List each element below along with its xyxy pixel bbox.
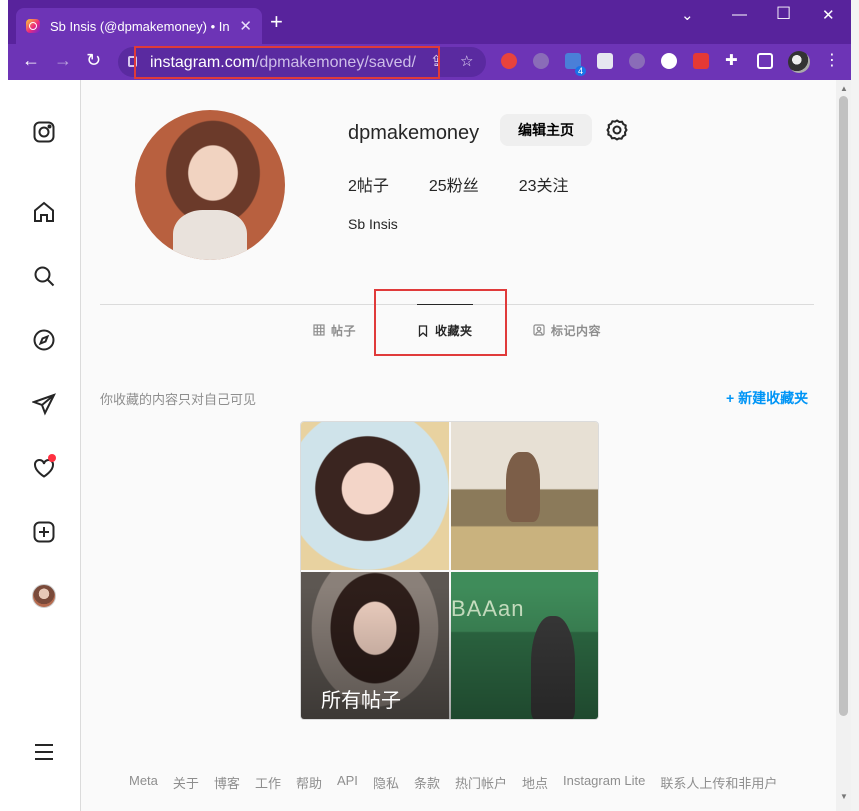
saved-tab-highlight-box	[374, 289, 507, 356]
settings-gear-icon[interactable]	[605, 118, 629, 142]
grid-icon	[313, 324, 325, 336]
browser-titlebar: Sb Insis (@dpmakemoney) • In ✕ + ⌄ — ☐ ✕	[8, 0, 851, 44]
window-close-icon[interactable]: ✕	[822, 6, 835, 24]
tagged-person-icon	[533, 324, 545, 336]
tab-posts-label: 帖子	[331, 323, 357, 338]
history-extension-icon[interactable]	[533, 53, 549, 69]
browser-tab[interactable]: Sb Insis (@dpmakemoney) • In ✕	[16, 8, 262, 44]
new-tab-button[interactable]: +	[270, 11, 283, 33]
all-posts-collection[interactable]: 所有帖子	[300, 421, 599, 720]
footer-link[interactable]: Meta	[129, 773, 158, 792]
footer-link[interactable]: 关于	[173, 773, 199, 792]
maximize-icon[interactable]: ☐	[776, 4, 791, 24]
browser-window: Sb Insis (@dpmakemoney) • In ✕ + ⌄ — ☐ ✕…	[8, 0, 851, 811]
url-highlight-box	[134, 46, 440, 79]
tab-search-icon[interactable]: ⌄	[681, 6, 694, 24]
following-count[interactable]: 23关注	[519, 172, 569, 196]
footer-link[interactable]: 热门帐户	[455, 773, 507, 792]
create-icon[interactable]	[32, 520, 56, 544]
menu-icon[interactable]	[32, 740, 56, 764]
color-wheel-extension-icon[interactable]	[661, 53, 677, 69]
footer-link[interactable]: 帮助	[296, 773, 322, 792]
followers-count[interactable]: 25粉丝	[429, 172, 479, 196]
instagram-icon[interactable]	[32, 120, 56, 144]
footer-link[interactable]: 条款	[414, 773, 440, 792]
ad-block-extension-icon[interactable]	[501, 53, 517, 69]
reload-icon[interactable]: ↻	[86, 50, 101, 71]
home-icon[interactable]	[32, 200, 56, 224]
tab-tagged[interactable]: 标记内容	[533, 304, 601, 356]
notifications-icon[interactable]	[32, 454, 56, 480]
notification-dot	[48, 454, 56, 462]
extension-circle-icon[interactable]	[629, 53, 645, 69]
back-arrow-icon[interactable]: ←	[22, 50, 40, 71]
reader-extension-icon[interactable]	[597, 53, 613, 69]
footer-link[interactable]: 隐私	[373, 773, 399, 792]
tab-close-icon[interactable]: ✕	[239, 17, 252, 35]
tab-title: Sb Insis (@dpmakemoney) • In	[50, 18, 230, 34]
collection-label: 所有帖子	[321, 690, 401, 712]
minimize-icon[interactable]: —	[732, 6, 747, 23]
full-name: Sb Insis	[348, 216, 398, 232]
scroll-down-icon[interactable]: ▼	[840, 792, 848, 801]
messages-icon[interactable]	[31, 392, 56, 416]
puzzle-extensions-icon[interactable]: ✚	[725, 51, 741, 69]
bookmark-star-icon[interactable]: ☆	[460, 52, 473, 70]
username: dpmakemoney	[348, 122, 480, 144]
video-extension-icon[interactable]	[693, 53, 709, 69]
kebab-menu-icon[interactable]: ⋮	[824, 50, 840, 70]
extension-badge: 4	[575, 66, 587, 76]
footer-link[interactable]: API	[337, 773, 358, 792]
edit-profile-button[interactable]: 编辑主页	[500, 114, 592, 146]
side-panel-icon[interactable]	[757, 53, 773, 69]
footer-link[interactable]: 工作	[255, 773, 281, 792]
saved-privacy-hint: 你收藏的内容只对自己可见	[100, 392, 257, 407]
collection-overlay	[301, 422, 598, 719]
profile-avatar[interactable]	[32, 584, 56, 608]
scroll-up-icon[interactable]: ▲	[840, 84, 848, 93]
browser-profile-avatar[interactable]	[788, 51, 810, 73]
footer-link[interactable]: 联系人上传和非用户	[660, 773, 777, 792]
page-scrollbar[interactable]: ▲ ▼	[836, 80, 851, 811]
desktop-left-edge	[0, 0, 8, 811]
instagram-favicon-icon	[26, 19, 40, 33]
search-icon[interactable]	[32, 264, 56, 288]
footer-link[interactable]: Instagram Lite	[563, 773, 645, 792]
footer-link[interactable]: 地点	[522, 773, 548, 792]
posts-count[interactable]: 2帖子	[348, 172, 389, 196]
instagram-page: dpmakemoney 编辑主页 2帖子 25粉丝 23关注 Sb Insis …	[8, 80, 836, 811]
profile-photo[interactable]	[135, 110, 285, 260]
profile-main: dpmakemoney 编辑主页 2帖子 25粉丝 23关注 Sb Insis …	[81, 80, 836, 811]
tab-tagged-label: 标记内容	[551, 323, 602, 338]
scroll-thumb[interactable]	[839, 96, 848, 716]
desktop-right-edge	[851, 0, 859, 811]
footer-link[interactable]: 博客	[214, 773, 240, 792]
explore-icon[interactable]	[32, 328, 56, 352]
sidebar	[8, 80, 81, 811]
tab-posts[interactable]: 帖子	[313, 304, 356, 356]
footer-links: Meta 关于 博客 工作 帮助 API 隐私 条款 热门帐户 地点 Insta…	[129, 773, 792, 792]
profile-stats: 2帖子 25粉丝 23关注	[348, 172, 609, 196]
new-collection-link[interactable]: + 新建收藏夹	[726, 388, 808, 408]
forward-arrow-icon[interactable]: →	[54, 50, 72, 71]
